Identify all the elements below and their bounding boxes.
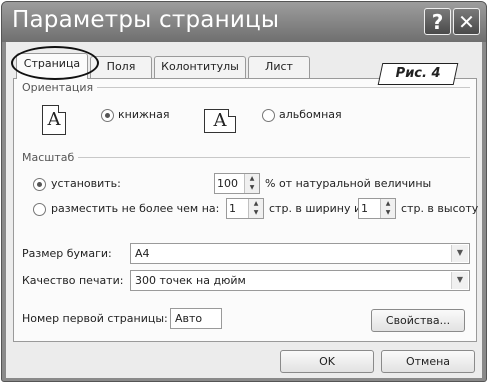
highlight-ellipse <box>11 46 99 80</box>
spinner-arrows[interactable]: ▲ ▼ <box>380 199 395 218</box>
close-button[interactable]: ✕ <box>453 8 480 35</box>
scale-set-radio[interactable] <box>33 178 46 191</box>
tab-margins[interactable]: Поля <box>90 56 152 78</box>
portrait-radio[interactable] <box>101 109 114 122</box>
paper-size-select[interactable]: A4 ▼ <box>130 243 470 264</box>
scale-set-label[interactable]: установить: <box>51 177 121 190</box>
spin-down-icon[interactable]: ▼ <box>249 208 263 217</box>
fit-tall-spinner[interactable]: 1 ▲ ▼ <box>358 198 396 219</box>
tab-header-footer[interactable]: Колонтитулы <box>154 56 246 78</box>
paper-size-label: Размер бумаги: <box>22 247 112 260</box>
dialog-client-area: Рис. 4 Страница Поля Колонтитулы Лист Ор… <box>6 42 482 378</box>
fit-tall-value: 1 <box>361 202 368 215</box>
fit-wide-spinner[interactable]: 1 ▲ ▼ <box>226 198 264 219</box>
help-button[interactable]: ? <box>424 8 451 35</box>
scale-title: Масштаб <box>22 151 79 164</box>
fit-wide-value: 1 <box>229 202 236 215</box>
tab-sheet[interactable]: Лист <box>248 56 310 78</box>
scale-percent-spinner[interactable]: 100 ▲ ▼ <box>214 173 260 194</box>
scale-fit-label[interactable]: разместить не более чем на: <box>51 202 219 215</box>
figure-label-text: Рис. 4 <box>395 66 441 81</box>
print-quality-select[interactable]: 300 точек на дюйм ▼ <box>130 270 470 291</box>
spin-down-icon[interactable]: ▼ <box>381 208 395 217</box>
landscape-label[interactable]: альбомная <box>279 108 342 121</box>
spinner-arrows[interactable]: ▲ ▼ <box>244 174 259 193</box>
fit-wide-suffix: стр. в ширину и <box>269 202 362 215</box>
chevron-down-icon[interactable]: ▼ <box>451 272 468 289</box>
tab-page-content: Ориентация A книжная A альбомная Масштаб… <box>13 78 479 342</box>
scale-divider <box>76 157 470 158</box>
chevron-down-icon[interactable]: ▼ <box>451 245 468 262</box>
scale-percent-suffix: % от натуральной величины <box>265 177 432 190</box>
scale-percent-value: 100 <box>217 177 238 190</box>
portrait-page-icon: A <box>42 105 66 135</box>
spin-down-icon[interactable]: ▼ <box>245 183 259 192</box>
spinner-arrows[interactable]: ▲ ▼ <box>248 199 263 218</box>
properties-button[interactable]: Свойства... <box>371 309 465 332</box>
cancel-button[interactable]: Отмена <box>381 350 475 373</box>
paper-size-value: A4 <box>135 247 150 260</box>
portrait-label[interactable]: книжная <box>118 108 169 121</box>
title-bar: Параметры страницы ? ✕ <box>2 2 486 42</box>
spin-up-icon[interactable]: ▲ <box>249 199 263 208</box>
dialog-title: Параметры страницы <box>12 7 280 33</box>
landscape-radio[interactable] <box>262 109 275 122</box>
spin-up-icon[interactable]: ▲ <box>245 174 259 183</box>
spin-up-icon[interactable]: ▲ <box>381 199 395 208</box>
scale-fit-radio[interactable] <box>33 203 46 216</box>
fit-tall-suffix: стр. в высоту <box>401 202 479 215</box>
page-setup-dialog: Параметры страницы ? ✕ Рис. 4 Страница П… <box>1 1 487 382</box>
first-page-label: Номер первой страницы: <box>22 312 168 325</box>
orientation-divider <box>90 87 470 88</box>
ok-button[interactable]: OK <box>280 350 374 373</box>
orientation-title: Ориентация <box>22 81 98 94</box>
figure-label: Рис. 4 <box>377 63 459 85</box>
first-page-input[interactable]: Авто <box>170 308 222 329</box>
landscape-page-icon: A <box>204 109 236 133</box>
print-quality-value: 300 точек на дюйм <box>135 274 246 287</box>
print-quality-label: Качество печати: <box>22 274 124 287</box>
